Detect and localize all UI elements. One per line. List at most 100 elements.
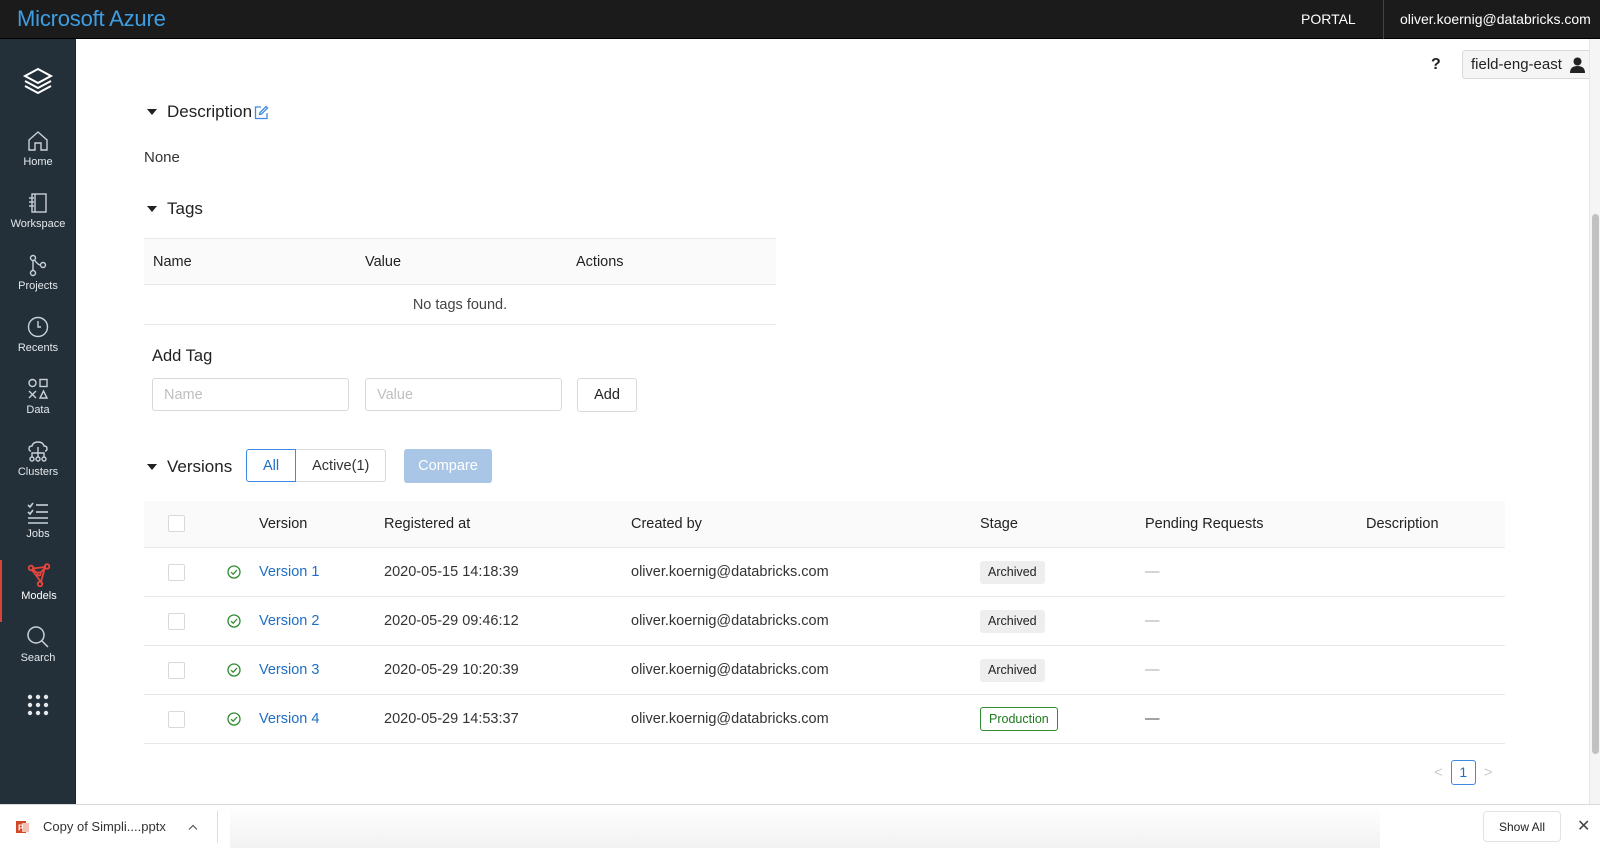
registered-at: 2020-05-29 14:53:37	[384, 711, 519, 727]
cloud-cluster-icon	[28, 441, 48, 462]
version-row: Version 3 2020-05-29 10:20:39 oliver.koe…	[144, 646, 1505, 695]
sidebar-item-label: Recents	[17, 342, 59, 354]
prev-page-button[interactable]: <	[1434, 764, 1443, 781]
pending-requests: —	[1145, 662, 1160, 678]
row-checkbox[interactable]	[168, 711, 185, 728]
chevron-up-icon[interactable]	[188, 824, 198, 830]
checklist-icon	[27, 502, 48, 524]
description-title: Description	[167, 102, 253, 121]
column-header-created-by[interactable]: Created by	[631, 516, 702, 532]
version-link[interactable]: Version 1	[259, 564, 319, 580]
version-link[interactable]: Version 3	[259, 662, 319, 678]
filter-all-button[interactable]: All	[246, 449, 297, 482]
search-icon	[27, 626, 49, 648]
powerpoint-file-icon: P	[16, 820, 29, 833]
divider	[1383, 0, 1384, 39]
stage-badge: Archived	[980, 561, 1045, 584]
sidebar-item-projects[interactable]: Projects	[0, 253, 76, 315]
compare-button[interactable]: Compare	[404, 449, 492, 483]
version-link[interactable]: Version 2	[259, 613, 319, 629]
version-row: Version 4 2020-05-29 14:53:37 oliver.koe…	[144, 695, 1505, 744]
column-header-name: Name	[153, 254, 192, 270]
sidebar-item-label: Clusters	[17, 466, 59, 478]
check-circle-icon	[227, 614, 241, 628]
tags-title: Tags	[167, 199, 203, 218]
description-section-header[interactable]: Description	[147, 102, 269, 122]
row-checkbox[interactable]	[168, 613, 185, 630]
add-tag-button[interactable]: Add	[577, 378, 637, 412]
databricks-logo-icon[interactable]	[20, 63, 56, 99]
version-row: Version 2 2020-05-29 09:46:12 oliver.koe…	[144, 597, 1505, 646]
sidebar-item-clusters[interactable]: Clusters	[0, 439, 76, 501]
sidebar-item-recents[interactable]: Recents	[0, 315, 76, 377]
created-by: oliver.koernig@databricks.com	[631, 711, 829, 727]
edit-icon[interactable]	[254, 105, 269, 120]
clock-icon	[27, 316, 49, 338]
page-1-button[interactable]: 1	[1450, 760, 1476, 785]
download-item[interactable]: P Copy of Simpli....pptx	[16, 819, 198, 834]
tags-table: Name Value Actions No tags found.	[144, 238, 776, 325]
sidebar-item-home[interactable]: Home	[0, 129, 76, 191]
pending-requests: —	[1145, 711, 1160, 727]
svg-text:P: P	[18, 823, 24, 832]
column-header-registered-at[interactable]: Registered at	[384, 516, 470, 532]
workspace-icon	[29, 193, 47, 213]
row-checkbox[interactable]	[168, 662, 185, 679]
brand-title[interactable]: Microsoft Azure	[17, 6, 166, 32]
tags-table-header: Name Value Actions	[144, 238, 776, 285]
home-icon	[28, 131, 48, 151]
sidebar-item-models[interactable]: Models	[0, 560, 76, 622]
help-button[interactable]: ?	[1431, 56, 1441, 74]
data-shapes-icon	[28, 378, 49, 399]
user-icon	[1569, 57, 1585, 73]
divider	[217, 811, 218, 843]
column-header-description: Description	[1366, 516, 1439, 532]
workspace-switcher[interactable]: field-eng-east	[1462, 50, 1594, 79]
column-header-version[interactable]: Version	[259, 516, 307, 532]
column-header-value: Value	[365, 254, 402, 270]
tags-empty-message: No tags found.	[144, 285, 776, 325]
stage-badge-production: Production	[980, 707, 1058, 731]
caret-down-icon	[147, 109, 157, 115]
row-checkbox[interactable]	[168, 564, 185, 581]
top-bar: Microsoft Azure PORTAL oliver.koernig@da…	[0, 0, 1600, 39]
versions-section-header[interactable]: Versions	[147, 457, 232, 477]
scrollbar-thumb[interactable]	[1592, 214, 1599, 754]
tags-section-header[interactable]: Tags	[147, 199, 203, 219]
created-by: oliver.koernig@databricks.com	[631, 613, 829, 629]
sidebar-item-label: Search	[20, 652, 56, 664]
caret-down-icon	[147, 464, 157, 470]
download-file-name: Copy of Simpli....pptx	[43, 819, 166, 834]
sidebar-item-label: Data	[26, 404, 50, 416]
sidebar-item-apps[interactable]	[0, 694, 76, 724]
description-value: None	[144, 149, 180, 166]
tag-name-input[interactable]	[152, 378, 349, 411]
add-tag-title: Add Tag	[152, 347, 213, 365]
portal-link[interactable]: PORTAL	[1301, 11, 1356, 27]
show-all-downloads-button[interactable]: Show All	[1483, 811, 1561, 842]
versions-title: Versions	[167, 457, 233, 476]
column-header-actions: Actions	[576, 254, 624, 270]
sidebar-item-data[interactable]: Data	[0, 377, 76, 439]
user-account-link[interactable]: oliver.koernig@databricks.com	[1400, 11, 1591, 27]
sidebar-item-workspace[interactable]: Workspace	[0, 191, 76, 253]
workspace-label: field-eng-east	[1471, 56, 1562, 73]
registered-at: 2020-05-15 14:18:39	[384, 564, 519, 580]
filter-active-button[interactable]: Active(1)	[296, 449, 387, 482]
sidebar-item-label: Models	[21, 590, 57, 602]
pagination: < 1 >	[1434, 760, 1493, 785]
sidebar-item-jobs[interactable]: Jobs	[0, 501, 76, 563]
stage-badge: Archived	[980, 610, 1045, 633]
next-page-button[interactable]: >	[1484, 764, 1493, 781]
version-link[interactable]: Version 4	[259, 711, 319, 727]
close-icon[interactable]: ✕	[1577, 816, 1590, 836]
version-row: Version 1 2020-05-15 14:18:39 oliver.koe…	[144, 548, 1505, 597]
vertical-scrollbar[interactable]	[1589, 39, 1600, 804]
download-bar-space	[230, 805, 1380, 848]
select-all-checkbox[interactable]	[168, 515, 185, 532]
column-header-stage[interactable]: Stage	[980, 516, 1018, 532]
download-bar: P Copy of Simpli....pptx Show All ✕	[0, 804, 1600, 848]
caret-down-icon	[147, 206, 157, 212]
sidebar-item-search[interactable]: Search	[0, 625, 76, 687]
tag-value-input[interactable]	[365, 378, 562, 411]
